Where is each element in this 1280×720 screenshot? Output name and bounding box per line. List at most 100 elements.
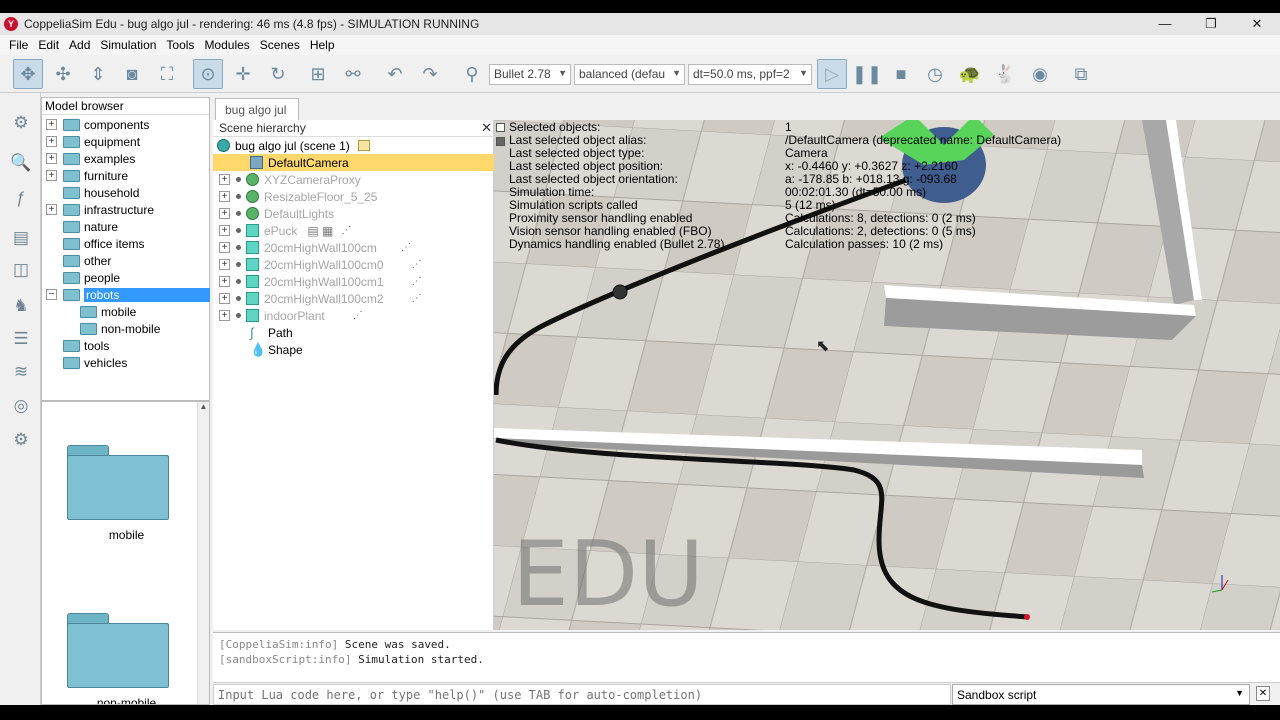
menu-modules[interactable]: Modules [199,38,254,52]
menu-edit[interactable]: Edit [33,38,64,52]
shape-edit-icon[interactable]: ◫ [8,257,34,283]
pause-icon[interactable]: ❚❚ [852,59,882,89]
expand-icon[interactable]: + [219,293,230,304]
tree-item-robots[interactable]: − robots [46,286,210,303]
hierarchy-item-wall2[interactable]: + 20cmHighWall100cm2 ⋰ [213,290,494,307]
camera-pan-icon[interactable]: ✥ [13,59,43,89]
user-settings-icon[interactable]: ⚙ [8,427,34,453]
camera-rotate-icon[interactable]: ✣ [48,59,78,89]
expand-icon[interactable]: + [46,170,57,181]
info-toggle-icon[interactable] [496,123,505,132]
info-expand-icon[interactable] [496,137,505,146]
fit-to-view-icon[interactable]: ⛶ [152,59,182,89]
expand-icon[interactable]: + [219,225,230,236]
math-function-icon[interactable]: ƒ [8,185,34,211]
visualization-icon[interactable]: ◉ [1025,59,1055,89]
hierarchy-item-epuck[interactable]: + ePuck ▤ ▦ ⋰ [213,222,494,239]
script-icon[interactable]: ▤ ▦ [307,224,333,238]
expand-icon[interactable]: + [219,276,230,287]
speed-up-icon[interactable]: 🐇 [990,59,1020,89]
tree-item-other[interactable]: other [63,252,111,269]
hierarchy-item-defaultlights[interactable]: + DefaultLights [213,205,494,222]
tree-item-vehicles[interactable]: vehicles [63,354,127,371]
accuracy-select[interactable]: balanced (defau ▼ [574,64,685,85]
click-select-icon[interactable]: ⊙ [193,59,223,89]
redo-icon[interactable]: ↷ [415,59,445,89]
close-button[interactable]: ✕ [1234,13,1280,35]
hierarchy-item-resizablefloor[interactable]: + ResizableFloor_5_25 [213,188,494,205]
folder-non-mobile-thumbnail[interactable] [67,613,169,688]
slow-down-icon[interactable]: 🐢 [955,59,985,89]
tree-item-examples[interactable]: + examples [46,150,135,167]
tree-item-non-mobile[interactable]: non-mobile [80,320,160,337]
physics-engine-select[interactable]: Bullet 2.78 ▼ [489,64,571,85]
console-close-icon[interactable]: ✕ [1256,686,1270,701]
hierarchy-item-xyzcameraproxy[interactable]: + XYZCameraProxy [213,171,494,188]
tree-item-infrastructure[interactable]: + infrastructure [46,201,154,218]
expand-icon[interactable]: + [46,153,57,164]
tree-item-equipment[interactable]: + equipment [46,133,140,150]
tree-item-furniture[interactable]: + furniture [46,167,128,184]
lua-code-input[interactable] [213,684,951,705]
realtime-icon[interactable]: ◷ [920,59,950,89]
calculation-modules-icon[interactable]: ⚙ [8,110,34,136]
hierarchy-item-wall0[interactable]: + 20cmHighWall100cm0 ⋰ [213,256,494,273]
collapse-icon[interactable]: − [46,289,57,300]
menu-tools[interactable]: Tools [161,38,199,52]
scroll-up-icon[interactable]: ▲ [198,402,209,411]
restore-button[interactable]: ❐ [1188,13,1234,35]
object-rotate-icon[interactable]: ↻ [263,59,293,89]
search-icon[interactable]: 🔍 [8,150,34,176]
tree-item-nature[interactable]: nature [63,218,118,235]
page-layout-icon[interactable]: ⧉ [1066,59,1096,89]
menu-file[interactable]: File [4,38,33,52]
menu-add[interactable]: Add [64,38,95,52]
expand-icon[interactable]: + [219,208,230,219]
camera-angle-icon[interactable]: ◙ [117,59,147,89]
model-browser-icon[interactable]: ♞ [8,293,34,319]
folder-mobile-thumbnail[interactable] [67,445,169,520]
tree-item-office-items[interactable]: office items [63,235,144,252]
script-selector[interactable]: Sandbox script ▼ [952,684,1250,705]
script-icon[interactable] [357,140,370,151]
menu-simulation[interactable]: Simulation [95,38,161,52]
expand-icon[interactable]: + [46,136,57,147]
scene-hierarchy-icon[interactable]: ☰ [8,326,34,352]
assemble-icon[interactable]: ⊞ [303,59,333,89]
close-icon[interactable]: ✕ [481,120,492,136]
expand-icon[interactable]: + [219,259,230,270]
hierarchy-item-path[interactable]: ∫ Path [213,324,494,341]
tree-item-tools[interactable]: tools [63,337,109,354]
play-icon[interactable]: ▷ [817,59,847,89]
tree-item-people[interactable]: people [63,269,120,286]
hierarchy-item-shape[interactable]: 💧 Shape [213,341,494,358]
dynamics-engine-icon[interactable]: ⚲ [457,59,487,89]
transfer-dna-icon[interactable]: ⚯ [338,59,368,89]
expand-icon[interactable]: + [219,310,230,321]
minimize-button[interactable]: — [1142,13,1188,35]
object-shift-icon[interactable]: ✛ [228,59,258,89]
thumbnail-scrollbar[interactable]: ▲ [197,402,209,704]
menu-help[interactable]: Help [305,38,340,52]
layers-icon[interactable]: ≋ [8,359,34,385]
menu-scenes[interactable]: Scenes [255,38,305,52]
hierarchy-item-wall[interactable]: + 20cmHighWall100cm ⋰ [213,239,494,256]
tab-scene[interactable]: bug algo jul [215,98,299,120]
timestep-select[interactable]: dt=50.0 ms, ppf=2 ▼ [688,64,812,85]
camera-shift-icon[interactable]: ⇕ [83,59,113,89]
video-recorder-icon[interactable]: ◎ [8,393,34,419]
expand-icon[interactable]: + [46,119,57,130]
expand-icon[interactable]: + [219,191,230,202]
tree-item-components[interactable]: + components [46,116,149,133]
tree-item-mobile[interactable]: mobile [80,303,136,320]
expand-icon[interactable]: + [219,242,230,253]
expand-icon[interactable]: + [46,204,57,215]
scene-viewport[interactable]: EDU Selected objects: 1 Last selected ob… [494,120,1280,630]
hierarchy-item-indoorplant[interactable]: + indoorPlant ⋰ [213,307,494,324]
tree-item-household[interactable]: household [63,184,139,201]
hierarchy-item-defaultcamera[interactable]: DefaultCamera [213,154,494,171]
stop-icon[interactable]: ■ [886,59,916,89]
hierarchy-item-wall1[interactable]: + 20cmHighWall100cm1 ⋰ [213,273,494,290]
hierarchy-root[interactable]: bug algo jul (scene 1) [213,137,494,154]
undo-icon[interactable]: ↶ [380,59,410,89]
